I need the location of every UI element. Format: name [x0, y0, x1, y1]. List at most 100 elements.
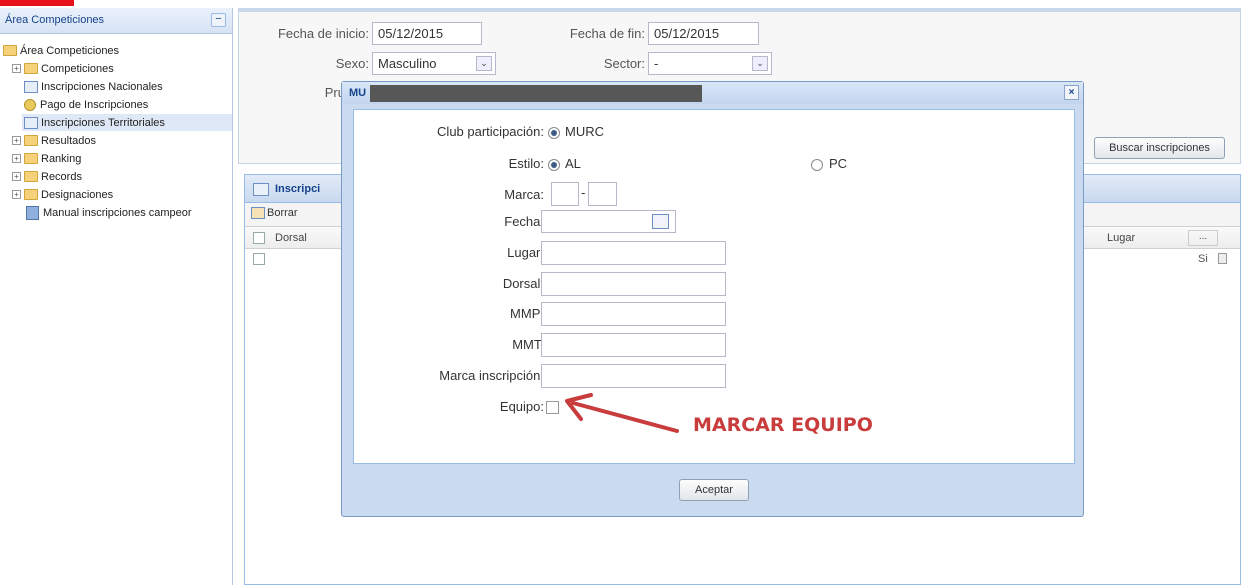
dorsal-input[interactable]	[541, 272, 726, 296]
fecha-label: Fecha:	[504, 214, 544, 229]
expand-icon[interactable]: +	[12, 64, 21, 73]
estilo-pc-label: PC	[829, 156, 848, 171]
folder-open-icon	[3, 45, 17, 56]
marca-minutes-input[interactable]	[551, 182, 579, 206]
grid-title: Inscripci	[275, 183, 321, 195]
equipo-label: Equipo:	[499, 399, 544, 414]
tree-item-designaciones[interactable]: + Designaciones	[12, 186, 113, 203]
fecha-fin-label: Fecha de fin:	[569, 26, 645, 41]
tree-item-label: Inscripciones Nacionales	[41, 80, 163, 93]
prueba-label: Pru	[324, 85, 345, 100]
mmp-label: MMP:	[510, 306, 544, 321]
tree-item-label: Pago de Inscripciones	[40, 98, 149, 111]
estilo-al-radio[interactable]	[548, 159, 560, 171]
dorsal-label: Dorsal:	[502, 276, 544, 291]
tree-item-label: Manual inscripciones campeor	[43, 206, 192, 219]
tree-item-records[interactable]: + Records	[12, 168, 82, 185]
fecha-fin-field[interactable]: 05/12/2015	[648, 22, 759, 45]
marcar-equipo-annotation: MARCAR EQUIPO	[693, 414, 873, 436]
tree-item-area-competiciones[interactable]: Área Competiciones	[3, 42, 119, 59]
dialog-title: MU	[349, 87, 367, 99]
borrar-button[interactable]: Borrar	[251, 207, 298, 219]
tree-item-ranking[interactable]: + Ranking	[12, 150, 81, 167]
grid-icon	[24, 80, 38, 93]
estilo-al-label: AL	[565, 156, 581, 171]
expand-icon[interactable]: +	[12, 172, 21, 181]
sector-value: -	[654, 56, 659, 71]
tree-item-competiciones[interactable]: + Competiciones	[12, 60, 114, 77]
tree-item-label: Designaciones	[41, 188, 114, 201]
annotation-arrow-icon	[565, 393, 679, 433]
mmp-input[interactable]	[541, 302, 726, 326]
folder-icon	[24, 63, 38, 74]
lugar-label: Lugar:	[507, 245, 544, 260]
folder-icon	[24, 153, 38, 164]
sexo-select[interactable]: Masculino ⌄	[372, 52, 496, 75]
sidebar-title: Área Competiciones	[5, 14, 105, 26]
sidebar-header: Área Competiciones −	[0, 8, 232, 34]
sexo-label: Sexo:	[335, 56, 369, 71]
dialog-footer: Aceptar	[342, 468, 1083, 516]
grid-icon	[24, 116, 38, 129]
redacted-title-block	[370, 85, 702, 102]
marca-seconds-input[interactable]	[588, 182, 617, 206]
close-icon[interactable]: ×	[1064, 85, 1079, 100]
row-value: Si	[1198, 253, 1208, 265]
tree-item-label: Records	[41, 170, 82, 183]
column-dorsal[interactable]: Dorsal	[275, 232, 307, 244]
sidebar: Área Competiciones − Área Competiciones …	[0, 8, 233, 585]
folder-icon	[24, 189, 38, 200]
manual-icon	[26, 205, 39, 220]
inscription-dialog: MU × Club participación: MURC Estilo: AL…	[341, 81, 1084, 517]
collapse-icon[interactable]: −	[211, 13, 226, 27]
calendar-icon[interactable]	[652, 214, 669, 229]
folder-icon	[24, 135, 38, 146]
expand-icon[interactable]: +	[12, 190, 21, 199]
tree-item-label: Resultados	[41, 134, 97, 147]
sector-label: Sector:	[603, 56, 645, 71]
chevron-down-icon[interactable]: ⌄	[476, 56, 492, 71]
expand-icon[interactable]: +	[12, 136, 21, 145]
coins-icon	[24, 98, 36, 111]
marca-label: Marca:	[504, 187, 544, 202]
tree-item-manual-inscripciones[interactable]: Manual inscripciones campeor	[26, 204, 192, 221]
edit-icon[interactable]	[1218, 253, 1227, 264]
lugar-input[interactable]	[541, 241, 726, 265]
aceptar-button[interactable]: Aceptar	[679, 479, 749, 501]
delete-icon	[251, 207, 265, 219]
equipo-checkbox[interactable]	[546, 401, 559, 414]
mmt-input[interactable]	[541, 333, 726, 357]
row-checkbox[interactable]	[253, 253, 265, 265]
fecha-inicio-label: Fecha de inicio:	[277, 26, 369, 41]
column-menu-button[interactable]: ...	[1188, 230, 1218, 246]
estilo-label: Estilo:	[508, 156, 544, 171]
select-all-checkbox[interactable]	[253, 232, 265, 244]
tree-item-pago-inscripciones[interactable]: Pago de Inscripciones	[24, 96, 148, 113]
tree-item-inscripciones-nacionales[interactable]: Inscripciones Nacionales	[24, 78, 163, 95]
club-radio[interactable]	[548, 127, 560, 139]
tree-item-inscripciones-territoriales[interactable]: Inscripciones Territoriales	[22, 114, 232, 131]
sexo-value: Masculino	[378, 56, 437, 71]
marca-separator: -	[581, 185, 586, 200]
tree-item-label: Ranking	[41, 152, 82, 165]
tree-item-label: Competiciones	[41, 62, 114, 75]
estilo-pc-radio[interactable]	[811, 159, 823, 171]
club-value: MURC	[565, 124, 604, 139]
folder-icon	[24, 171, 38, 182]
marca-inscripcion-label: Marca inscripción:	[439, 368, 544, 383]
column-lugar[interactable]: Lugar	[1107, 232, 1135, 244]
dialog-body: Club participación: MURC Estilo: AL PC M…	[353, 109, 1075, 464]
marca-inscripcion-input[interactable]	[541, 364, 726, 388]
club-label: Club participación:	[437, 124, 544, 139]
buscar-inscripciones-button[interactable]: Buscar inscripciones	[1094, 137, 1225, 159]
mmt-label: MMT:	[512, 337, 544, 352]
chevron-down-icon[interactable]: ⌄	[752, 56, 768, 71]
grid-icon	[253, 183, 269, 196]
tree-item-resultados[interactable]: + Resultados	[12, 132, 96, 149]
expand-icon[interactable]: +	[12, 154, 21, 163]
dialog-header: MU ×	[342, 82, 1083, 104]
sector-select[interactable]: - ⌄	[648, 52, 772, 75]
fecha-inicio-field[interactable]: 05/12/2015	[372, 22, 482, 45]
tree-item-label: Área Competiciones	[20, 44, 120, 57]
red-marker-bar	[0, 0, 74, 6]
